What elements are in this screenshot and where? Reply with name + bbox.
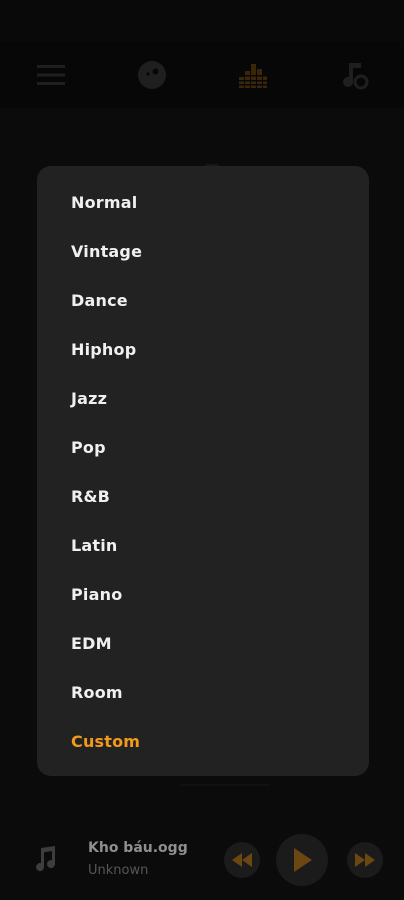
play-icon: [294, 848, 312, 872]
preset-item-vintage[interactable]: Vintage: [71, 232, 142, 272]
mini-player[interactable]: [0, 820, 404, 900]
preset-item-hiphop[interactable]: Hiphop: [71, 330, 136, 370]
rewind-icon: [232, 853, 252, 867]
preset-menu: Normal Vintage Dance Hiphop Jazz Pop R&B…: [37, 166, 369, 776]
preset-item-pop[interactable]: Pop: [71, 428, 106, 468]
track-artist: Unknown: [88, 863, 149, 878]
preset-item-custom[interactable]: Custom: [71, 722, 140, 762]
fast-forward-button[interactable]: [347, 842, 383, 878]
preset-item-latin[interactable]: Latin: [71, 526, 118, 566]
preset-item-dance[interactable]: Dance: [71, 281, 128, 321]
play-button[interactable]: [276, 834, 328, 886]
preset-item-rnb[interactable]: R&B: [71, 477, 110, 517]
preset-item-piano[interactable]: Piano: [71, 575, 122, 615]
preset-item-room[interactable]: Room: [71, 673, 123, 713]
rewind-button[interactable]: [224, 842, 260, 878]
fast-forward-icon: [355, 853, 375, 867]
track-title: Kho báu.ogg: [88, 840, 188, 856]
preset-item-normal[interactable]: Normal: [71, 183, 137, 223]
preset-item-jazz[interactable]: Jazz: [71, 379, 107, 419]
preset-item-edm[interactable]: EDM: [71, 624, 112, 664]
music-note-icon: [36, 846, 56, 872]
